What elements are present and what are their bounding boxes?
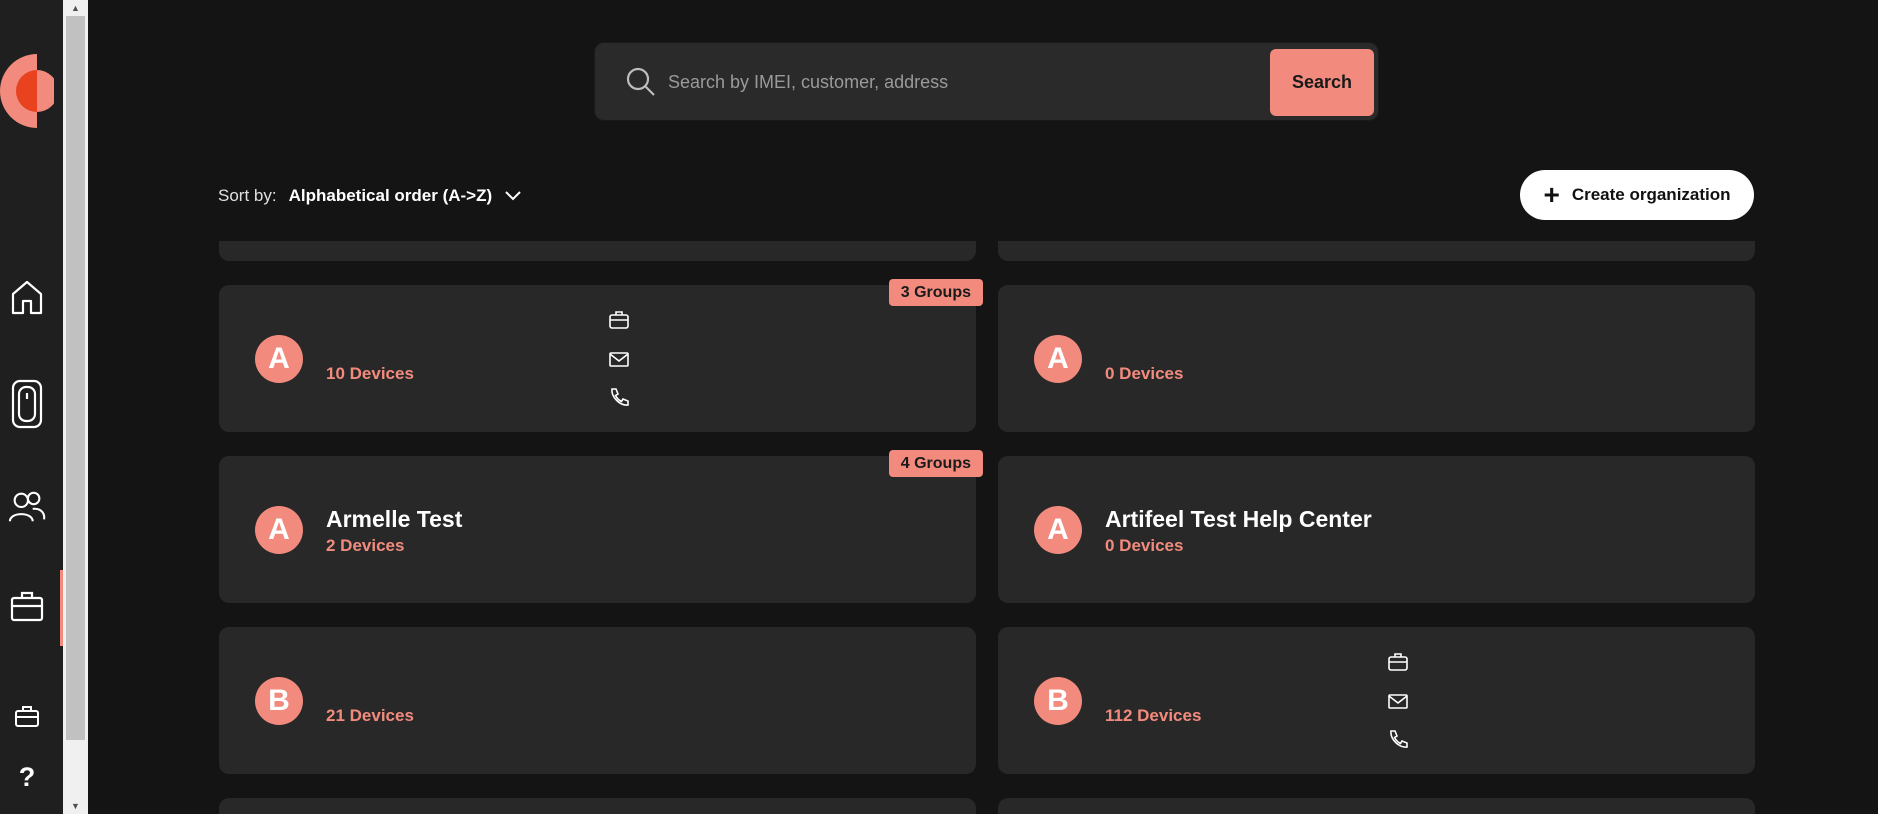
- briefcase-icon[interactable]: [8, 587, 46, 625]
- mail-icon: [609, 352, 629, 367]
- org-card-partial[interactable]: [998, 798, 1755, 814]
- scroll-up-arrow-icon[interactable]: ▲: [63, 0, 88, 16]
- home-icon[interactable]: [8, 278, 46, 316]
- scroll-thumb[interactable]: [66, 16, 85, 740]
- groups-badge: 3 Groups: [888, 279, 983, 306]
- help-button[interactable]: ?: [14, 760, 40, 794]
- device-icon[interactable]: [8, 378, 46, 430]
- device-count: 112 Devices: [1105, 706, 1202, 725]
- avatar: A: [1034, 506, 1082, 554]
- org-name: Artifeel Test Help Center: [1105, 506, 1372, 532]
- org-card[interactable]: A Artifeel Test Help Center 0 Devices: [998, 456, 1755, 603]
- groups-badge: 4 Groups: [888, 450, 983, 477]
- briefcase-icon: [1388, 653, 1408, 671]
- device-count: 10 Devices: [326, 364, 414, 383]
- avatar: A: [255, 335, 303, 383]
- create-organization-button[interactable]: + Create organization: [1520, 170, 1754, 220]
- avatar: B: [1034, 677, 1082, 725]
- device-count: 21 Devices: [326, 706, 414, 725]
- org-card-partial[interactable]: [998, 241, 1755, 261]
- chevron-down-icon: [505, 191, 521, 201]
- search-button[interactable]: Search: [1270, 49, 1374, 116]
- plus-icon: +: [1543, 179, 1560, 210]
- device-count: 2 Devices: [326, 536, 405, 555]
- mail-icon: [1388, 694, 1408, 709]
- org-card-partial[interactable]: [219, 241, 976, 261]
- device-count: 0 Devices: [1105, 536, 1184, 555]
- avatar: A: [255, 506, 303, 554]
- sort-dropdown[interactable]: Sort by: Alphabetical order (A->Z): [218, 182, 522, 210]
- org-card-partial[interactable]: [219, 798, 976, 814]
- search-bar: Search: [594, 42, 1379, 121]
- org-card[interactable]: A 10 Devices 3 Groups: [219, 279, 983, 432]
- search-icon: [626, 67, 655, 96]
- sidebar: ?: [0, 0, 63, 814]
- device-count: 0 Devices: [1105, 364, 1184, 383]
- phone-icon: [1390, 730, 1408, 748]
- search-input[interactable]: [668, 63, 1228, 101]
- org-card[interactable]: B 112 Devices: [998, 627, 1755, 774]
- sort-value: Alphabetical order (A->Z): [288, 186, 493, 205]
- org-card[interactable]: B 21 Devices: [219, 627, 976, 774]
- org-name: Armelle Test: [326, 506, 463, 532]
- briefcase-small-icon[interactable]: [8, 697, 46, 735]
- sort-label: Sort by:: [218, 186, 277, 205]
- scroll-down-arrow-icon[interactable]: ▼: [63, 798, 88, 814]
- avatar: B: [255, 677, 303, 725]
- scrollbar[interactable]: ▲ ▼: [63, 0, 88, 814]
- org-card[interactable]: A 0 Devices: [998, 285, 1755, 432]
- avatar: A: [1034, 335, 1082, 383]
- users-icon[interactable]: [8, 488, 46, 526]
- briefcase-icon: [609, 311, 629, 329]
- phone-icon: [611, 388, 629, 406]
- logo-icon[interactable]: [0, 54, 54, 128]
- org-card[interactable]: A Armelle Test 2 Devices 4 Groups: [219, 450, 983, 603]
